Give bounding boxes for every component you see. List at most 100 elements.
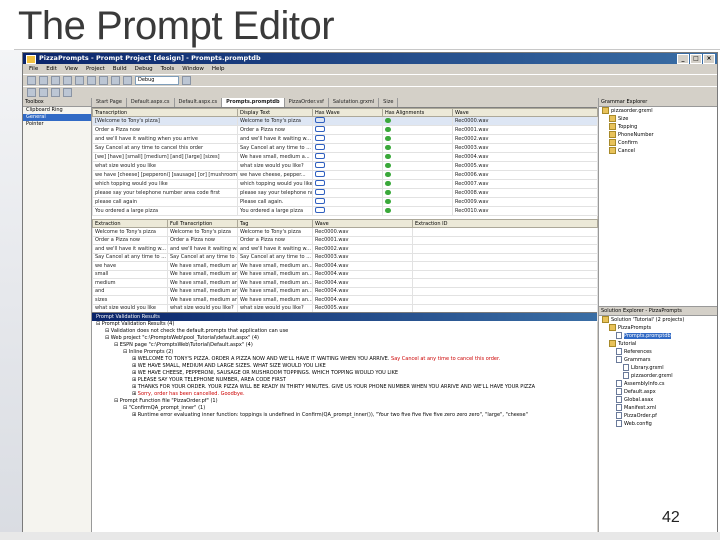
has-wave-cell[interactable] (312, 152, 383, 162)
wave-file-cell[interactable]: Rec0002.wav (452, 134, 598, 144)
tree-item[interactable]: Grammars (599, 356, 717, 364)
menu-item-project[interactable]: Project (86, 64, 105, 74)
minimize-button[interactable]: _ (677, 54, 689, 64)
transcription-cell[interactable]: please say your telephone number area co… (92, 188, 238, 198)
transcription-cell[interactable]: Say Cancel at any time to cancel this or… (92, 143, 238, 153)
wave-file-cell[interactable]: Rec0001.wav (312, 235, 413, 245)
table-row[interactable]: [Welcome to Tony's pizza] Welcome to Tony… (92, 116, 598, 126)
validation-item[interactable]: ⊟ ESPN page "c:\PromptsWeb\Tutorial\Defa… (92, 342, 597, 349)
wave-file-cell[interactable]: Rec0004.wav (452, 152, 598, 162)
validation-item[interactable]: ⊞ WE HAVE CHEESE, PEPPERONI, SAUSAGE OR … (92, 370, 597, 377)
open-icon[interactable] (39, 76, 48, 85)
extraction-cell[interactable]: we have (92, 261, 168, 271)
wave-file-cell[interactable]: Rec0001.wav (452, 125, 598, 135)
table-row[interactable]: small We have small, medium an... We have … (92, 269, 598, 279)
wave-file-cell[interactable]: Rec0006.wav (452, 170, 598, 180)
table-row[interactable]: and we'll have it waiting when you arriv… (92, 134, 598, 144)
full-transcription-cell[interactable]: We have small, medium an... (167, 295, 238, 305)
undo-icon[interactable] (99, 76, 108, 85)
start-icon[interactable] (123, 76, 132, 85)
has-wave-cell[interactable] (312, 188, 383, 198)
validation-item[interactable]: ⊞ PLEASE SAY YOUR TELEPHONE NUMBER, AREA… (92, 377, 597, 384)
wave-file-cell[interactable]: Rec0004.wav (312, 278, 413, 288)
close-button[interactable]: × (703, 54, 715, 64)
table-row[interactable]: You ordered a large pizza You ordered a l… (92, 206, 598, 216)
table-row[interactable]: we have We have small, medium an... We hav… (92, 261, 598, 271)
has-alignments-cell[interactable] (382, 206, 453, 216)
tree-item[interactable]: Global.asax (599, 396, 717, 404)
tree-item[interactable]: Manifest.xml (599, 404, 717, 412)
column-header[interactable]: Tag (237, 219, 313, 228)
has-wave-cell[interactable] (312, 170, 383, 180)
redo-icon[interactable] (111, 76, 120, 85)
full-transcription-cell[interactable]: We have small, medium an... (167, 278, 238, 288)
tree-item[interactable]: Tutorial (599, 340, 717, 348)
tree-item[interactable]: PhoneNumber (599, 131, 717, 139)
new-project-icon[interactable] (27, 76, 36, 85)
has-alignments-cell[interactable] (382, 161, 453, 171)
column-header[interactable]: Full Transcription (167, 219, 238, 228)
wave-file-cell[interactable]: Rec0004.wav (312, 295, 413, 305)
has-alignments-cell[interactable] (382, 125, 453, 135)
tree-item[interactable]: Size (599, 115, 717, 123)
table-row[interactable]: Say Cancel at any time to ... Say Cancel … (92, 252, 598, 262)
transcription-cell[interactable]: which topping would you like (92, 179, 238, 189)
menu-item-help[interactable]: Help (212, 64, 225, 74)
table-row[interactable]: we have [cheese] [pepperoni] [sausage] [… (92, 170, 598, 180)
validation-item[interactable]: ⊞ Runtime error evaluating inner functio… (92, 412, 597, 419)
table-row[interactable]: Order a Pizza now Order a Pizza now Order … (92, 235, 598, 245)
full-transcription-cell[interactable]: Welcome to Tony's pizza (167, 227, 238, 237)
has-wave-cell[interactable] (312, 161, 383, 171)
display-text-cell[interactable]: which topping would you like (237, 179, 313, 189)
table-row[interactable]: which topping would you like which toppin… (92, 179, 598, 189)
document-tab[interactable]: Start Page (92, 98, 127, 107)
table-row[interactable]: and we'll have it waiting w... and we'll … (92, 244, 598, 254)
full-transcription-cell[interactable]: Say Cancel at any time to ... (167, 252, 238, 262)
stop-icon[interactable] (51, 88, 60, 97)
has-wave-cell[interactable] (312, 116, 383, 126)
display-text-cell[interactable]: Order a Pizza now (237, 125, 313, 135)
tree-item[interactable]: pizzaorder.grxml (599, 107, 717, 115)
tag-cell[interactable]: and we'll have it waiting w... (237, 244, 313, 254)
table-row[interactable]: Welcome to Tony's pizza Welcome to Tony's… (92, 227, 598, 237)
document-tab[interactable]: Default.aspx.cs (175, 98, 223, 107)
tree-item[interactable]: AssemblyInfo.cs (599, 380, 717, 388)
table-row[interactable]: Say Cancel at any time to cancel this or… (92, 143, 598, 153)
table-row[interactable]: sizes We have small, medium an... We have … (92, 295, 598, 305)
tree-item[interactable]: Library.grxml (599, 364, 717, 372)
table-row[interactable]: and We have small, medium an... We have sm… (92, 286, 598, 296)
table-row[interactable]: Order a Pizza now Order a Pizza now Rec000… (92, 125, 598, 135)
tag-cell[interactable]: We have small, medium an... (237, 286, 313, 296)
table-row[interactable]: please say your telephone number area co… (92, 188, 598, 198)
has-alignments-cell[interactable] (382, 179, 453, 189)
tag-cell[interactable]: Welcome to Tony's pizza (237, 227, 313, 237)
wave-file-cell[interactable]: Rec0003.wav (452, 143, 598, 153)
toolbox-item[interactable]: Pointer (23, 121, 91, 128)
has-wave-cell[interactable] (312, 143, 383, 153)
column-header[interactable]: Has Wave (312, 108, 383, 117)
extraction-id-cell[interactable] (412, 252, 598, 262)
find-icon[interactable] (182, 76, 191, 85)
wave-file-cell[interactable]: Rec0004.wav (312, 286, 413, 296)
tag-cell[interactable]: Say Cancel at any time to ... (237, 252, 313, 262)
column-header[interactable]: Has Alignments (382, 108, 453, 117)
validation-item[interactable]: ⊞ WE HAVE SMALL, MEDIUM AND LARGE SIZES.… (92, 363, 597, 370)
maximize-button[interactable]: □ (690, 54, 702, 64)
column-header[interactable]: Display Text (237, 108, 313, 117)
tree-item[interactable]: Cancel (599, 147, 717, 155)
full-transcription-cell[interactable]: and we'll have it waiting w... (167, 244, 238, 254)
validation-item[interactable]: ⊟ Web project "c:\PromptsWeb\pool_Tutori… (92, 335, 597, 342)
extraction-cell[interactable]: and we'll have it waiting w... (92, 244, 168, 254)
tag-cell[interactable]: We have small, medium an... (237, 269, 313, 279)
tag-cell[interactable]: We have small, medium an... (237, 261, 313, 271)
transcription-cell[interactable]: what size would you like (92, 161, 238, 171)
has-wave-cell[interactable] (312, 206, 383, 216)
has-alignments-cell[interactable] (382, 197, 453, 207)
column-header[interactable]: Wave (452, 108, 598, 117)
extraction-cell[interactable]: Order a Pizza now (92, 235, 168, 245)
table-row[interactable]: medium We have small, medium an... We have… (92, 278, 598, 288)
has-alignments-cell[interactable] (382, 170, 453, 180)
extraction-id-cell[interactable] (412, 278, 598, 288)
tag-cell[interactable]: Order a Pizza now (237, 235, 313, 245)
display-text-cell[interactable]: please say your telephone nu... (237, 188, 313, 198)
